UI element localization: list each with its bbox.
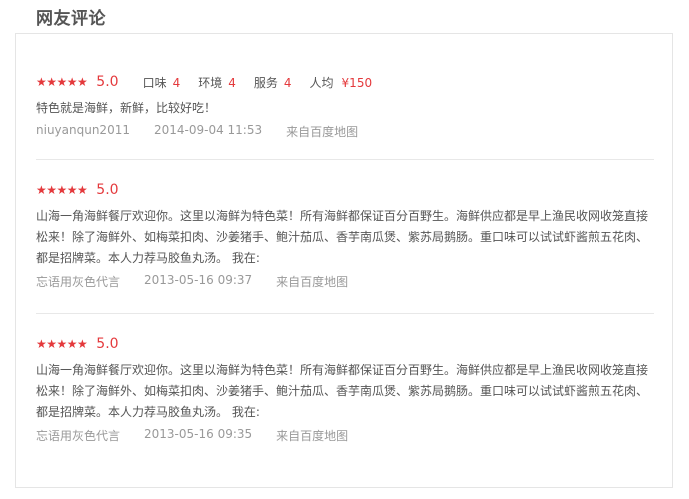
review-time: 2014-09-04 11:53 bbox=[153, 123, 263, 137]
star-rating-icon: ★★★★★ bbox=[36, 183, 88, 197]
star-rating-icon: ★★★★★ bbox=[36, 337, 88, 351]
average-price: 人均 ¥150 bbox=[310, 74, 373, 91]
reviews-panel: ★★★★★ 5.0 口味 4 环境 4 服务 4 人均 ¥150 特色就是海鲜，新鲜，比… bbox=[15, 33, 673, 488]
overall-score: 5.0 bbox=[96, 74, 119, 90]
divider bbox=[36, 159, 654, 160]
review-user[interactable]: niuyanqun2011 bbox=[36, 123, 130, 140]
service-label: 服务 bbox=[253, 75, 278, 90]
overall-score: 5.0 bbox=[96, 182, 119, 198]
overall-score: 5.0 bbox=[96, 336, 119, 352]
review-meta: 忘语用灰色代言 2013-05-16 09:35 来自百度地图 bbox=[36, 427, 654, 444]
review-meta: 忘语用灰色代言 2013-05-16 09:37 来自百度地图 bbox=[36, 273, 654, 290]
review-meta: niuyanqun2011 2014-09-04 11:53 来自百度地图 bbox=[36, 123, 654, 140]
rating-row: ★★★★★ 5.0 bbox=[36, 182, 654, 198]
environment-score: 4 bbox=[228, 75, 236, 90]
environment-rating: 环境 4 bbox=[198, 74, 236, 91]
review-source: 来自百度地图 bbox=[276, 429, 349, 443]
price-value: ¥150 bbox=[341, 75, 373, 90]
divider bbox=[36, 313, 654, 314]
review-source: 来自百度地图 bbox=[286, 125, 359, 139]
review-item: ★★★★★ 5.0 山海一角海鲜餐厅欢迎你。这里以海鲜为特色菜！所有海鲜都保证百… bbox=[36, 182, 654, 290]
rating-row: ★★★★★ 5.0 口味 4 环境 4 服务 4 人均 ¥150 bbox=[36, 74, 654, 90]
section-title: 网友评论 bbox=[36, 9, 106, 29]
review-text: 山海一角海鲜餐厅欢迎你。这里以海鲜为特色菜！所有海鲜都保证百分百野生。海鲜供应都… bbox=[36, 209, 649, 265]
review-item: ★★★★★ 5.0 口味 4 环境 4 服务 4 人均 ¥150 特色就是海鲜，新鲜，比… bbox=[36, 74, 654, 140]
service-rating: 服务 4 bbox=[254, 74, 292, 91]
taste-label: 口味 bbox=[142, 75, 167, 90]
review-text: 特色就是海鲜，新鲜，比较好吃！ bbox=[36, 101, 217, 115]
review-text: 山海一角海鲜餐厅欢迎你。这里以海鲜为特色菜！所有海鲜都保证百分百野生。海鲜供应都… bbox=[36, 363, 649, 419]
price-label: 人均 bbox=[309, 75, 334, 90]
review-time: 2013-05-16 09:37 bbox=[144, 273, 253, 287]
review-user[interactable]: 忘语用灰色代言 bbox=[36, 427, 120, 444]
taste-score: 4 bbox=[172, 75, 181, 90]
review-item: ★★★★★ 5.0 山海一角海鲜餐厅欢迎你。这里以海鲜为特色菜！所有海鲜都保证百… bbox=[36, 336, 654, 444]
rating-row: ★★★★★ 5.0 bbox=[36, 336, 654, 352]
review-time: 2013-05-16 09:35 bbox=[144, 427, 253, 441]
star-rating-icon: ★★★★★ bbox=[36, 75, 88, 89]
service-score: 4 bbox=[283, 75, 292, 90]
environment-label: 环境 bbox=[198, 75, 223, 90]
taste-rating: 口味 4 bbox=[143, 74, 181, 91]
review-user[interactable]: 忘语用灰色代言 bbox=[36, 273, 120, 290]
review-source: 来自百度地图 bbox=[276, 275, 349, 289]
